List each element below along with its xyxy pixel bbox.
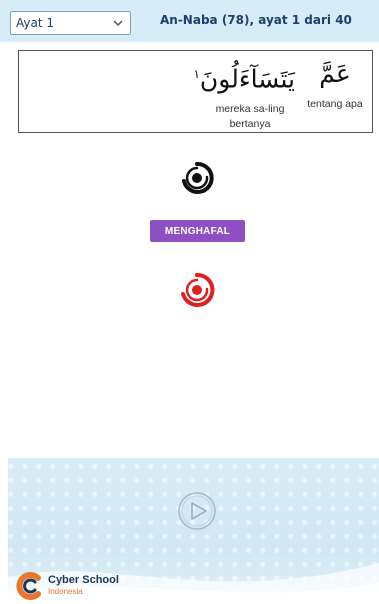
ayat-select[interactable]: Ayat 1 <box>10 11 131 35</box>
chevron-down-icon <box>113 20 123 26</box>
record-icon[interactable] <box>179 160 215 196</box>
play-icon[interactable] <box>177 491 217 531</box>
brand-name: Cyber School <box>48 574 119 586</box>
word-translation: mereka sa-ling bertanya <box>215 103 285 131</box>
header-bar: Ayat 1 An-Naba (78), ayat 1 dari 40 <box>0 0 379 42</box>
record-active-icon[interactable] <box>178 271 216 309</box>
word-card[interactable]: يَتَسَآءَلُونَ١ mereka sa-ling bertanya <box>193 55 295 132</box>
brand-subtitle: Indonesia <box>48 587 83 596</box>
brand-logo: Cyber School Indonesia <box>14 568 134 602</box>
cyber-school-logo-icon <box>16 572 41 600</box>
arabic-word: يَتَسَآءَلُونَ١ <box>193 64 295 94</box>
word-translation: tentang apa <box>307 98 363 110</box>
word-card[interactable]: عَمَّ tentang apa <box>303 55 367 112</box>
ayat-select-value: Ayat 1 <box>16 16 55 30</box>
verse-panel: عَمَّ tentang apa يَتَسَآءَلُونَ١ mereka… <box>18 50 373 133</box>
page-title: An-Naba (78), ayat 1 dari 40 <box>160 13 352 27</box>
arabic-word: عَمَّ <box>319 59 351 88</box>
menghafal-button[interactable]: MENGHAFAL <box>150 220 245 242</box>
